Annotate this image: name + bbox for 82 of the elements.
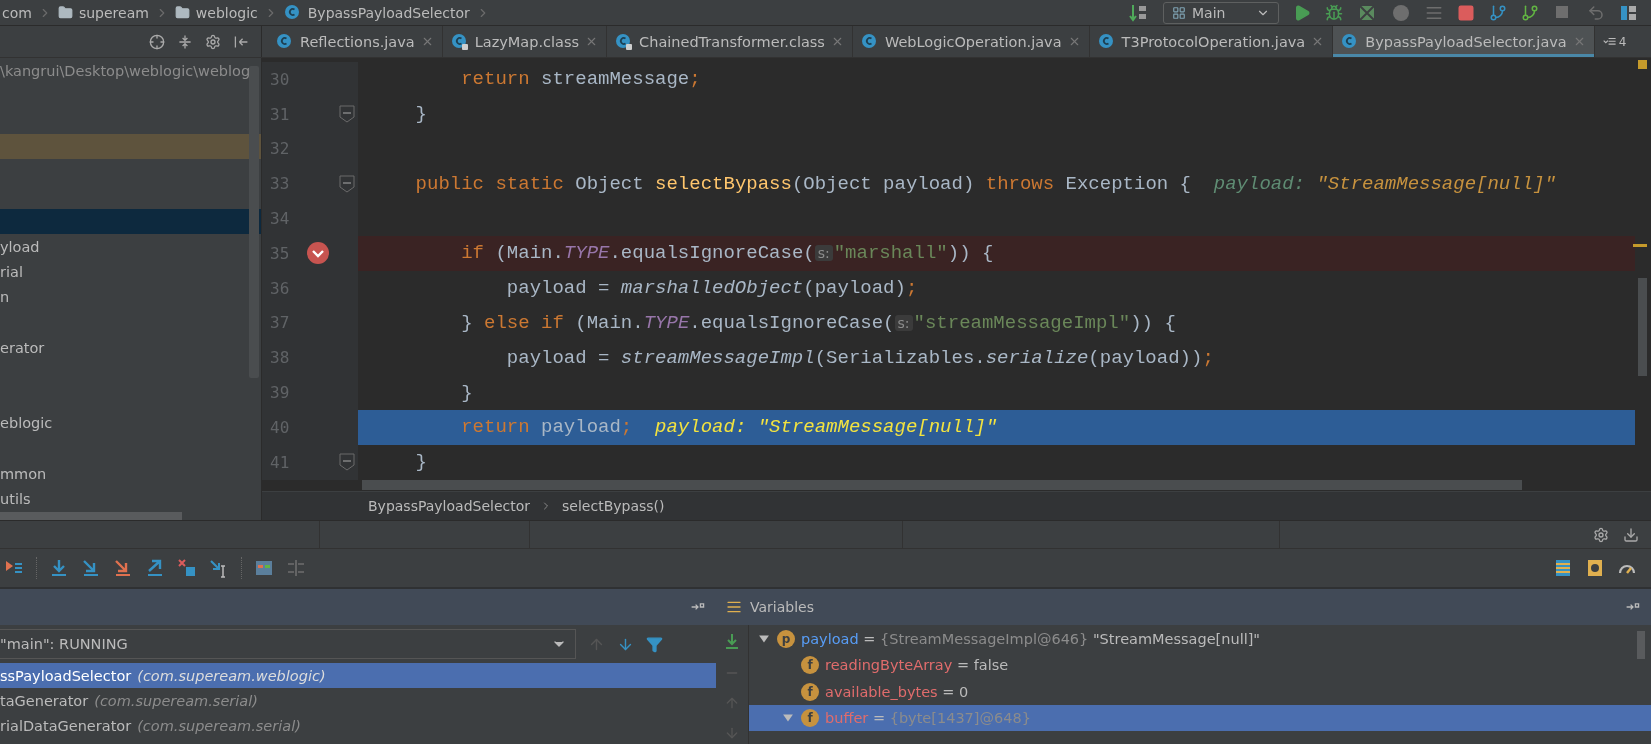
vcs-update-icon[interactable] bbox=[1489, 3, 1507, 22]
hide-panel-icon[interactable] bbox=[233, 33, 249, 50]
breadcrumb-item[interactable]: supeream bbox=[78, 4, 149, 21]
debug-icon[interactable] bbox=[1325, 3, 1343, 22]
run-config-dropdown[interactable]: Main bbox=[1163, 1, 1279, 24]
thread-dropdown[interactable]: "main": RUNNING bbox=[0, 629, 576, 659]
editor-tab[interactable]: WebLogicOperation.java bbox=[852, 26, 1090, 57]
stack-frame[interactable]: rialDataGenerator (com.supeream.serial) bbox=[0, 713, 716, 738]
minimize-icon[interactable] bbox=[1623, 526, 1639, 543]
folder-icon bbox=[57, 5, 73, 20]
scrollbar-thumb[interactable] bbox=[1638, 278, 1647, 376]
scrollbar-thumb[interactable] bbox=[362, 480, 1522, 491]
revert-icon[interactable] bbox=[1587, 3, 1605, 22]
variable-badge: f bbox=[801, 656, 819, 675]
settings-icon[interactable] bbox=[1593, 526, 1609, 543]
code-line: public static Object selectBypass(Object payload) throws Exception { payload: "StreamMessage[null]" bbox=[414, 171, 1557, 197]
code-line: return streamMessage; bbox=[460, 67, 702, 93]
collapse-all-icon[interactable] bbox=[177, 33, 193, 50]
tree-item[interactable]: mmon bbox=[0, 465, 47, 482]
evaluate-icon[interactable] bbox=[254, 558, 274, 578]
sort-icon[interactable] bbox=[1129, 2, 1149, 23]
warning-marker[interactable] bbox=[1638, 60, 1647, 69]
stop-icon[interactable] bbox=[1457, 3, 1475, 22]
code-line: payload = streamMessageImpl(Serializables.serialize(payload)); bbox=[505, 345, 1215, 371]
project-path: \kangrui\Desktop\weblogic\weblog bbox=[0, 62, 251, 79]
variable-badge: f bbox=[801, 682, 819, 701]
code-line: } bbox=[414, 102, 428, 128]
hidden-tab-count[interactable]: 4 bbox=[1618, 34, 1627, 49]
tree-item[interactable]: n bbox=[0, 289, 10, 306]
stack-frame[interactable]: ssPayloadSelector (com.supeream.weblogic) bbox=[0, 663, 716, 688]
variable-entry[interactable]: payload = {StreamMessageImpl@646} "StreamMessage[null]" bbox=[801, 631, 1261, 648]
tree-item[interactable]: utils bbox=[0, 490, 31, 507]
fold-icon[interactable] bbox=[339, 174, 355, 193]
step-into-icon[interactable] bbox=[81, 558, 101, 578]
code-line: payload = marshalledObject(payload); bbox=[505, 276, 919, 302]
profiler-icon[interactable] bbox=[1391, 2, 1411, 23]
selected-tree-row[interactable] bbox=[0, 209, 261, 235]
force-step-into-icon[interactable] bbox=[113, 558, 133, 578]
vcs-commit-icon[interactable] bbox=[1521, 3, 1539, 22]
breakpoint-icon[interactable] bbox=[306, 241, 330, 266]
step-out-icon[interactable] bbox=[145, 558, 165, 578]
app-icon bbox=[1172, 5, 1186, 20]
tree-item[interactable]: erator bbox=[0, 339, 45, 356]
class-icon bbox=[283, 3, 302, 22]
filter-icon[interactable] bbox=[646, 635, 663, 653]
stack-frame[interactable]: taGenerator (com.supeream.serial) bbox=[0, 688, 716, 713]
memory-view-icon[interactable] bbox=[1585, 558, 1605, 578]
scrollbar-thumb[interactable] bbox=[1637, 631, 1645, 659]
breakpoint-marker[interactable] bbox=[1633, 244, 1647, 247]
code-line: } bbox=[414, 450, 428, 476]
breadcrumb-item[interactable]: selectBypass() bbox=[562, 498, 665, 515]
scrollbar-thumb[interactable] bbox=[0, 512, 182, 520]
variable-entry[interactable]: readingByteArray = false bbox=[825, 657, 1009, 674]
threads-icon[interactable] bbox=[1553, 558, 1573, 578]
variable-badge: p bbox=[777, 630, 795, 649]
editor-tab[interactable]: ChainedTransformer.class bbox=[607, 26, 853, 57]
variables-icon bbox=[726, 599, 742, 615]
tree-item[interactable]: rial bbox=[0, 264, 23, 281]
run-icon[interactable] bbox=[1293, 3, 1311, 22]
folder-icon bbox=[174, 5, 190, 20]
code-line: } else if (Main.TYPE.equalsIgnoreCase(s: "streamMessageImpl")) { bbox=[460, 310, 1177, 336]
breadcrumb-item[interactable]: weblogic bbox=[195, 4, 258, 21]
fold-icon[interactable] bbox=[339, 453, 355, 472]
drop-frame-icon[interactable] bbox=[177, 558, 197, 578]
tree-item[interactable]: eblogic bbox=[0, 415, 53, 432]
settings-icon[interactable] bbox=[205, 33, 221, 50]
code-line: } bbox=[460, 380, 474, 406]
scrollbar-thumb[interactable] bbox=[249, 66, 259, 378]
variable-entry[interactable]: available_bytes = 0 bbox=[825, 683, 969, 700]
breadcrumb-item[interactable]: BypassPayloadSelector bbox=[368, 498, 531, 515]
editor-tab[interactable]: LazyMap.class bbox=[442, 26, 608, 57]
breadcrumb-item[interactable]: com bbox=[2, 4, 32, 21]
variable-badge: f bbox=[801, 709, 819, 728]
editor-tab[interactable]: Reflections.java bbox=[268, 26, 443, 57]
step-over-icon[interactable] bbox=[49, 558, 69, 578]
fold-icon[interactable] bbox=[339, 105, 355, 124]
panel-title: Variables bbox=[750, 599, 814, 615]
trace-icon[interactable] bbox=[286, 558, 306, 578]
editor-tab[interactable]: BypassPayloadSelector.java bbox=[1333, 26, 1595, 57]
breadcrumb-item[interactable]: BypassPayloadSelector bbox=[307, 4, 470, 21]
tree-item[interactable]: yload bbox=[0, 238, 40, 255]
locate-icon[interactable] bbox=[149, 33, 165, 50]
